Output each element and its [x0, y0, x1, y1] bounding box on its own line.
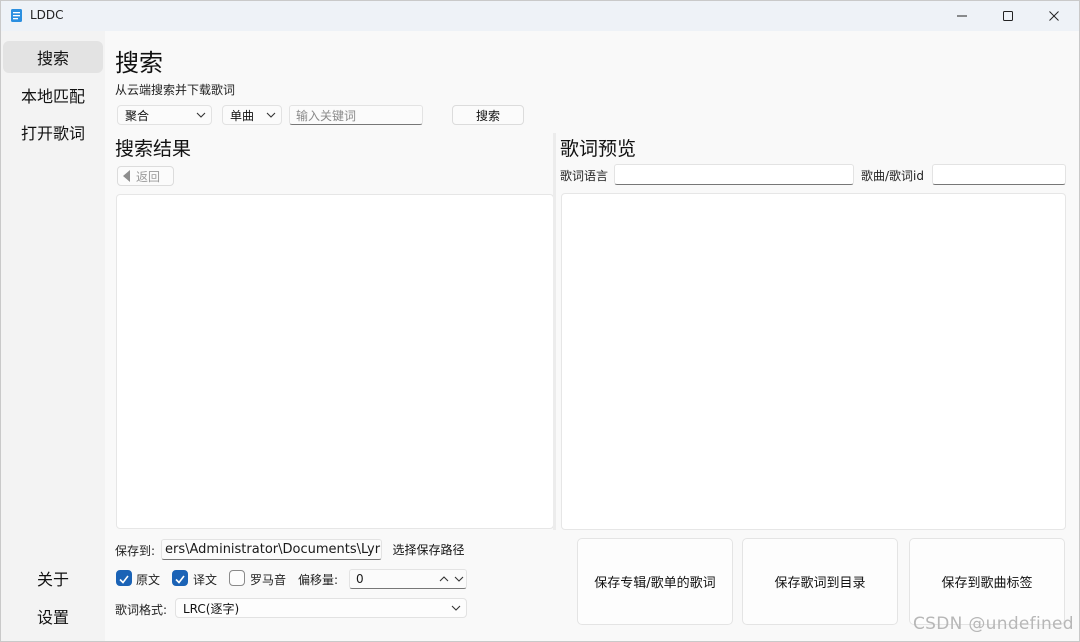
source-select[interactable]: 聚合 — [117, 105, 212, 125]
minimize-icon — [957, 15, 967, 17]
song-id-field[interactable] — [932, 164, 1066, 185]
search-button[interactable]: 搜索 — [452, 105, 524, 125]
offset-spinbox[interactable]: 0 — [349, 569, 467, 589]
translation-label: 译文 — [193, 573, 218, 587]
page-subtitle: 从云端搜索并下载歌词 — [115, 83, 236, 97]
save-to-directory-button[interactable]: 保存歌词到目录 — [742, 538, 898, 625]
romaji-checkbox[interactable] — [229, 570, 245, 586]
results-title: 搜索结果 — [115, 138, 192, 160]
format-select-value: LRC(逐字) — [183, 601, 240, 616]
back-button-label: 返回 — [136, 169, 161, 184]
offset-label: 偏移量: — [298, 573, 339, 587]
original-label: 原文 — [136, 573, 161, 587]
offset-value: 0 — [356, 572, 364, 586]
maximize-icon — [1003, 11, 1013, 21]
save-album-lyrics-label: 保存专辑/歌单的歌词 — [594, 576, 716, 591]
save-to-tag-button[interactable]: 保存到歌曲标签 — [909, 538, 1065, 625]
increment-icon[interactable] — [439, 574, 449, 584]
minimize-button[interactable] — [939, 1, 985, 31]
keyword-input[interactable]: 输入关键词 — [289, 105, 423, 125]
maximize-button[interactable] — [985, 1, 1031, 31]
format-label: 歌词格式: — [115, 603, 168, 617]
sidebar-item-label: 本地匹配 — [20, 87, 85, 106]
sidebar-item-open-lyrics[interactable]: 打开歌词 — [3, 116, 103, 148]
translation-checkbox[interactable] — [172, 570, 188, 586]
song-id-label: 歌曲/歌词id — [861, 169, 924, 183]
chevron-down-icon — [266, 112, 276, 118]
save-path-input[interactable]: ers\Administrator\Documents\Lyrics — [161, 539, 382, 560]
lyrics-preview[interactable] — [561, 193, 1066, 530]
results-list[interactable] — [116, 194, 554, 529]
back-arrow-icon — [123, 170, 130, 182]
format-select[interactable]: LRC(逐字) — [175, 598, 467, 618]
page-title: 搜索 — [115, 49, 163, 77]
close-icon — [1049, 11, 1059, 21]
language-field[interactable] — [614, 164, 854, 185]
close-button[interactable] — [1031, 1, 1077, 31]
window-title: LDDC — [30, 8, 64, 22]
title-bar: LDDC — [1, 1, 1079, 31]
watermark: CSDN @undefined — [913, 614, 1074, 634]
decrement-icon[interactable] — [454, 574, 464, 584]
sidebar-item-label: 打开歌词 — [20, 124, 85, 143]
sidebar-item-search[interactable]: 搜索 — [3, 41, 103, 73]
chevron-down-icon — [196, 112, 206, 118]
sidebar-item-label: 设置 — [36, 608, 69, 627]
back-button[interactable]: 返回 — [117, 166, 174, 186]
save-album-lyrics-button[interactable]: 保存专辑/歌单的歌词 — [577, 538, 733, 625]
app-logo-icon — [11, 9, 22, 22]
romaji-label: 罗马音 — [250, 573, 287, 587]
sidebar-item-settings[interactable]: 设置 — [3, 600, 103, 632]
language-label: 歌词语言 — [560, 169, 609, 183]
save-to-tag-label: 保存到歌曲标签 — [941, 576, 1033, 591]
sidebar-item-about[interactable]: 关于 — [3, 562, 103, 594]
chevron-down-icon — [451, 605, 461, 611]
sidebar-item-label: 搜索 — [36, 49, 69, 68]
search-page: 搜索 从云端搜索并下载歌词 聚合 单曲 输入关键词 搜索 搜索结果 返回 歌词预… — [105, 31, 1079, 641]
source-select-value: 聚合 — [125, 108, 150, 123]
sidebar-item-local-match[interactable]: 本地匹配 — [3, 79, 103, 111]
search-button-label: 搜索 — [475, 108, 500, 123]
app-window: LDDC 搜索 本地匹配 打开歌词 关于 设置 搜索 从云端搜索并下载歌词 聚合… — [0, 0, 1080, 642]
save-to-directory-label: 保存歌词到目录 — [774, 576, 866, 591]
preview-title: 歌词预览 — [560, 138, 637, 160]
keyword-placeholder: 输入关键词 — [296, 108, 357, 123]
checkmark-icon — [175, 575, 185, 584]
checkmark-icon — [119, 575, 129, 584]
choose-path-label: 选择保存路径 — [392, 543, 465, 557]
save-to-label: 保存到: — [115, 544, 156, 558]
sidebar: 搜索 本地匹配 打开歌词 关于 设置 — [1, 31, 105, 641]
original-checkbox[interactable] — [116, 570, 132, 586]
type-select[interactable]: 单曲 — [222, 105, 282, 125]
sidebar-item-label: 关于 — [36, 570, 69, 589]
save-path-value: ers\Administrator\Documents\Lyrics — [165, 542, 382, 557]
type-select-value: 单曲 — [230, 108, 255, 123]
splitter-handle[interactable] — [553, 133, 556, 530]
choose-path-button[interactable]: 选择保存路径 — [390, 539, 467, 560]
